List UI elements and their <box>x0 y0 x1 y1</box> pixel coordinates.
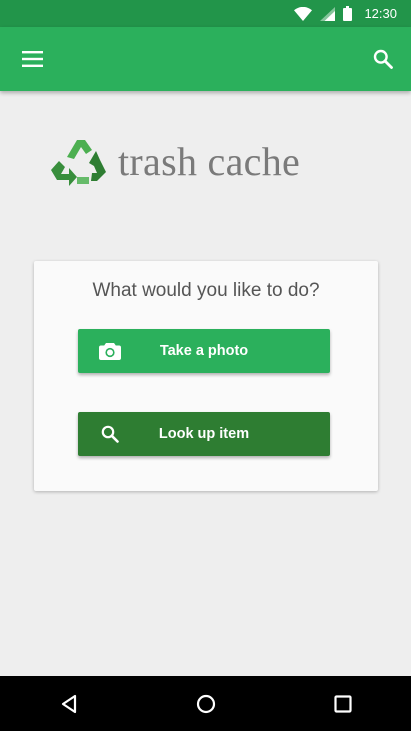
back-triangle-icon <box>61 694 76 713</box>
hamburger-menu-icon <box>21 51 43 67</box>
card-title: What would you like to do? <box>92 280 320 301</box>
app-logo: trash cache <box>48 132 300 192</box>
search-button[interactable] <box>365 43 401 75</box>
battery-icon <box>343 6 353 21</box>
logo-text: trash cache <box>118 139 301 184</box>
status-icons: 12:30 <box>294 6 411 21</box>
look-up-item-button[interactable]: Look up item <box>78 412 330 456</box>
cell-signal-icon <box>320 6 336 21</box>
action-card: What would you like to do? Take a photo … <box>34 261 378 491</box>
look-up-item-label: Look up item <box>158 426 250 442</box>
app-bar <box>0 27 411 91</box>
recycle-icon <box>51 140 106 186</box>
menu-button[interactable] <box>14 43 50 75</box>
home-circle-icon <box>196 694 215 713</box>
home-button[interactable] <box>182 680 230 728</box>
take-photo-button[interactable]: Take a photo <box>78 329 330 373</box>
back-button[interactable] <box>45 680 93 728</box>
status-bar: 12:30 <box>0 0 411 27</box>
system-nav-bar <box>0 676 411 731</box>
wifi-icon <box>294 6 313 21</box>
recents-square-icon <box>333 694 352 713</box>
recents-button[interactable] <box>319 680 367 728</box>
take-photo-label: Take a photo <box>159 343 249 359</box>
status-time: 12:30 <box>364 6 397 21</box>
search-icon <box>373 49 393 69</box>
